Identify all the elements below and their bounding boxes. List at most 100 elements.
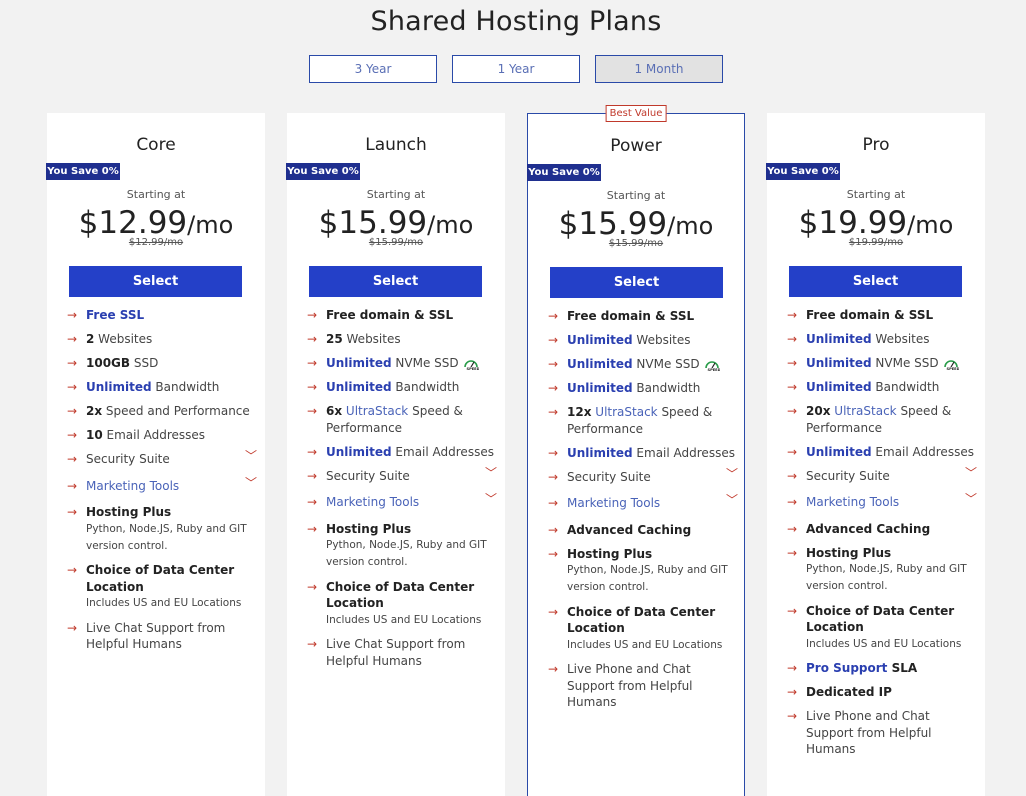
feature-text: Choice of Data Center Location	[567, 604, 716, 636]
feature-text: Live Chat Support from Helpful Humans	[326, 637, 466, 668]
feature-item[interactable]: → Marketing Tools ﹀	[67, 475, 257, 495]
feature-item: → Live Phone and Chat Support from Helpfu…	[548, 661, 738, 711]
arrow-right-icon: →	[548, 333, 559, 347]
arrow-right-icon: →	[307, 521, 318, 536]
feature-item: → Hosting Plus Python, Node.JS, Ruby and G…	[67, 504, 257, 555]
feature-item[interactable]: → Marketing Tools ﹀	[787, 491, 977, 511]
original-price: $12.99/mo	[128, 237, 184, 248]
feature-item: → Unlimited NVMe SSD SPEED	[787, 355, 977, 372]
feature-item: → Unlimited Websites	[548, 332, 738, 349]
select-launch-button[interactable]: Select	[309, 266, 482, 297]
savings-badge: You Save 0%	[527, 164, 601, 181]
price-amount: $12.99	[78, 205, 188, 241]
feature-item: → Advanced Caching	[787, 521, 977, 538]
feature-text[interactable]: Marketing Tools	[326, 495, 419, 509]
feature-item[interactable]: → Security Suite ﹀	[548, 466, 738, 486]
feature-text: Bandwidth	[632, 381, 701, 395]
arrow-right-icon: →	[307, 444, 318, 459]
feature-text: Email Addresses	[871, 444, 974, 459]
speed-icon: SPEED	[943, 356, 959, 371]
feature-list: → Free domain & SSL → Unlimited Websites → Un…	[548, 308, 738, 718]
term-1-month-button[interactable]: 1 Month	[595, 55, 723, 83]
feature-text[interactable]: UltraStack	[346, 404, 408, 418]
chevron-down-icon[interactable]: ﹀	[245, 475, 257, 492]
feature-item: → Unlimited Email Addresses	[307, 444, 497, 461]
speed-icon: SPEED	[463, 356, 479, 371]
feature-item: → Hosting Plus Python, Node.JS, Ruby and G…	[307, 521, 497, 572]
chevron-down-icon[interactable]: ﹀	[726, 466, 738, 483]
feature-text[interactable]: Marketing Tools	[567, 496, 660, 510]
arrow-right-icon: →	[67, 404, 78, 418]
feature-text: Email Addresses	[391, 444, 494, 459]
chevron-down-icon[interactable]: ﹀	[965, 465, 977, 482]
feature-item: → 10 Email Addresses	[67, 427, 257, 444]
feature-text: Hosting Plus	[806, 545, 892, 560]
select-core-button[interactable]: Select	[69, 266, 242, 297]
select-power-button[interactable]: Select	[550, 267, 723, 298]
feature-text: Unlimited	[86, 380, 152, 394]
feature-text: 6x	[326, 404, 343, 418]
feature-text: Choice of Data Center Location	[326, 579, 475, 611]
feature-text[interactable]: UltraStack	[595, 405, 657, 419]
term-3-year-button[interactable]: 3 Year	[309, 55, 437, 83]
arrow-right-icon: →	[67, 332, 78, 346]
arrow-right-icon: →	[307, 308, 318, 322]
term-toggle: 3 Year 1 Year 1 Month	[309, 55, 723, 83]
arrow-right-icon: →	[67, 505, 78, 519]
feature-item[interactable]: → Security Suite ﹀	[787, 465, 977, 485]
feature-text[interactable]: Security Suite	[567, 470, 651, 484]
arrow-right-icon: →	[67, 563, 78, 577]
feature-text[interactable]: Security Suite	[86, 452, 170, 466]
chevron-down-icon[interactable]: ﹀	[485, 491, 497, 508]
arrow-right-icon: →	[787, 685, 798, 699]
feature-detail: Includes US and EU Locations	[806, 637, 962, 650]
feature-text: Unlimited	[567, 333, 633, 347]
feature-text[interactable]: UltraStack	[834, 404, 896, 418]
feature-text: Free domain & SSL	[326, 308, 454, 322]
feature-text[interactable]: Security Suite	[326, 469, 410, 483]
chevron-down-icon[interactable]: ﹀	[726, 492, 738, 509]
feature-text: 10	[86, 428, 103, 442]
feature-item: → 2 Websites	[67, 331, 257, 348]
arrow-right-icon: →	[787, 495, 798, 509]
feature-item: → Unlimited Websites	[787, 331, 977, 348]
feature-item[interactable]: → Marketing Tools ﹀	[307, 491, 497, 511]
feature-text: Unlimited	[806, 444, 872, 459]
plan-card-power: Best Value Power You Save 0% Starting at $15…	[527, 105, 745, 796]
arrow-right-icon: →	[307, 637, 318, 651]
feature-text: 12x	[567, 405, 592, 419]
feature-item: → 25 Websites	[307, 331, 497, 348]
feature-text: Email Addresses	[102, 428, 206, 442]
plan-card-launch: Launch You Save 0% Starting at $15.99/mo $15…	[286, 113, 505, 796]
feature-item: → Live Chat Support from Helpful Humans	[67, 620, 257, 653]
arrow-right-icon: →	[548, 445, 559, 460]
feature-list: → Free domain & SSL → Unlimited Websites → Un…	[787, 307, 977, 765]
feature-text: Email Addresses	[632, 445, 735, 460]
chevron-down-icon[interactable]: ﹀	[245, 448, 257, 465]
feature-item: → Unlimited NVMe SSD SPEED	[548, 356, 738, 373]
chevron-down-icon[interactable]: ﹀	[965, 491, 977, 508]
chevron-down-icon[interactable]: ﹀	[485, 465, 497, 482]
feature-item[interactable]: → Marketing Tools ﹀	[548, 492, 738, 512]
term-1-year-button[interactable]: 1 Year	[452, 55, 580, 83]
feature-text: SLA	[887, 661, 918, 675]
feature-item: → Unlimited Bandwidth	[307, 379, 497, 396]
feature-text[interactable]: Security Suite	[806, 469, 890, 483]
feature-text: Advanced Caching	[567, 522, 692, 537]
svg-text:SPEED: SPEED	[707, 368, 720, 371]
feature-text[interactable]: Marketing Tools	[806, 495, 899, 509]
feature-text: Unlimited	[567, 357, 633, 371]
original-price: $19.99/mo	[848, 237, 904, 248]
feature-detail: Python, Node.JS, Ruby and GIT version co…	[806, 563, 967, 592]
feature-text[interactable]: Marketing Tools	[86, 479, 179, 493]
feature-item[interactable]: → Security Suite ﹀	[307, 465, 497, 485]
select-pro-button[interactable]: Select	[789, 266, 962, 297]
arrow-right-icon: →	[67, 356, 78, 370]
feature-item[interactable]: → Security Suite ﹀	[67, 448, 257, 468]
plan-card-pro: Pro You Save 0% Starting at $19.99/mo $19.99…	[766, 113, 985, 796]
feature-item: → Unlimited Bandwidth	[67, 379, 257, 396]
feature-text: Bandwidth	[151, 380, 220, 394]
arrow-right-icon: →	[67, 308, 78, 322]
arrow-right-icon: →	[787, 380, 798, 394]
arrow-right-icon: →	[67, 620, 78, 635]
